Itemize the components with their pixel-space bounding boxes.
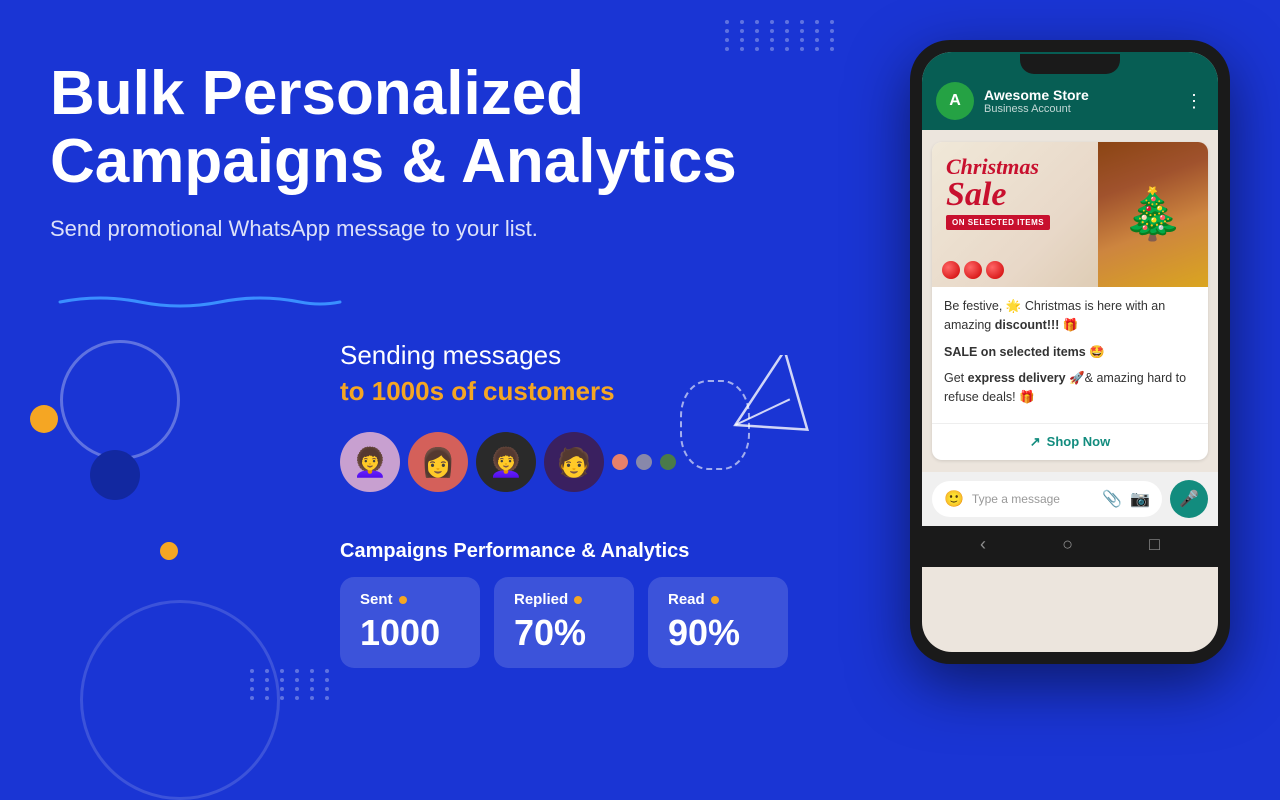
sending-text: Sending messages — [340, 340, 760, 371]
phone-notch — [1020, 54, 1120, 74]
avatar-dot-green — [660, 454, 676, 470]
performance-title: Campaigns Performance & Analytics — [340, 540, 860, 563]
bg-dot-orange — [160, 542, 178, 560]
phone-mockup: A Awesome Store Business Account ⋮ Chris… — [910, 40, 1230, 664]
mic-button[interactable]: 🎤 — [1170, 480, 1208, 518]
avatar-1: 👩‍🦱 — [340, 432, 400, 492]
red-ball-3 — [986, 261, 1004, 279]
avatar-3: 👩‍🦱 — [476, 432, 536, 492]
heading-line1: Bulk Personalized — [50, 59, 584, 128]
xmas-sale-overlay: Christmas Sale ON SELECTED ITEMS — [946, 156, 1050, 230]
stat-card-read: Read 90% — [648, 577, 788, 668]
stat-value-read: 90% — [668, 612, 768, 654]
chat-area: Christmas Sale ON SELECTED ITEMS 🎄 — [922, 130, 1218, 472]
stat-dot-replied — [574, 596, 582, 604]
xmas-sale-text-big: Sale — [946, 178, 1050, 212]
dot-grid-bottom — [250, 669, 335, 700]
bg-circle-blue — [90, 450, 140, 500]
recent-button[interactable]: □ — [1149, 534, 1160, 555]
menu-dots-icon[interactable]: ⋮ — [1185, 91, 1204, 112]
stat-value-sent: 1000 — [360, 612, 460, 654]
stat-dot-sent — [399, 596, 407, 604]
contact-info: Awesome Store Business Account — [984, 87, 1175, 115]
xmas-christmas-text: Christmas — [946, 156, 1050, 178]
sub-heading: Send promotional WhatsApp message to you… — [50, 216, 750, 242]
message-bubble: Christmas Sale ON SELECTED ITEMS 🎄 — [932, 142, 1208, 460]
avatar-2: 👩 — [408, 432, 468, 492]
bg-circle-orange — [30, 405, 58, 433]
contact-avatar: A — [936, 82, 974, 120]
avatar-dot-pink — [612, 454, 628, 470]
shop-now-label: Shop Now — [1047, 434, 1111, 449]
red-ball-1 — [942, 261, 960, 279]
back-button[interactable]: ‹ — [980, 534, 986, 555]
stat-label-read: Read — [668, 591, 768, 608]
bg-circle-outline — [60, 340, 180, 460]
heading-line2: Campaigns & Analytics — [50, 127, 737, 196]
emoji-icon: 🙂 — [944, 489, 964, 509]
performance-section: Campaigns Performance & Analytics Sent 1… — [340, 540, 860, 668]
message-text-area: Be festive, 🌟 Christmas is here with an … — [932, 287, 1208, 423]
dashed-circle-decoration — [680, 380, 750, 470]
stat-value-replied: 70% — [514, 612, 614, 654]
stat-label-replied: Replied — [514, 591, 614, 608]
phone-screen: A Awesome Store Business Account ⋮ Chris… — [922, 52, 1218, 652]
message-input-field[interactable]: 🙂 Type a message 📎 📷 — [932, 481, 1162, 517]
stat-card-sent: Sent 1000 — [340, 577, 480, 668]
phone-frame: A Awesome Store Business Account ⋮ Chris… — [910, 40, 1230, 664]
main-heading: Bulk Personalized Campaigns & Analytics — [50, 60, 750, 196]
message-para-1: Be festive, 🌟 Christmas is here with an … — [944, 297, 1196, 335]
message-para-3: Get express delivery 🚀& amazing hard to … — [944, 369, 1196, 407]
image-decoration: 🎄 — [1098, 142, 1208, 287]
camera-icon: 📷 — [1130, 489, 1150, 509]
contact-status: Business Account — [984, 103, 1175, 115]
home-button[interactable]: ○ — [1062, 534, 1073, 555]
avatar-dot-gray — [636, 454, 652, 470]
stat-label-sent: Sent — [360, 591, 460, 608]
squiggle-decoration — [50, 290, 350, 315]
left-content-area: Bulk Personalized Campaigns & Analytics … — [50, 60, 750, 272]
avatar-4: 🧑 — [544, 432, 604, 492]
paperclip-icon: 📎 — [1102, 489, 1122, 509]
contact-name: Awesome Store — [984, 87, 1175, 103]
stat-card-replied: Replied 70% — [494, 577, 634, 668]
phone-bottom-nav: ‹ ○ □ — [922, 526, 1218, 567]
xmas-selected-label: ON SELECTED ITEMS — [946, 215, 1050, 230]
whatsapp-input-bar: 🙂 Type a message 📎 📷 🎤 — [922, 472, 1218, 526]
message-image: Christmas Sale ON SELECTED ITEMS 🎄 — [932, 142, 1208, 287]
stat-dot-read — [711, 596, 719, 604]
dot-grid-top — [725, 20, 840, 51]
external-link-icon: ↗ — [1030, 434, 1041, 450]
bg-circle-arc — [80, 600, 280, 800]
red-balls-decoration — [942, 261, 1004, 279]
stats-row: Sent 1000 Replied 70% Read 90% — [340, 577, 860, 668]
input-placeholder-text: Type a message — [972, 492, 1094, 506]
input-icons: 📎 📷 — [1102, 489, 1150, 509]
message-para-2: SALE on selected items 🤩 — [944, 343, 1196, 362]
shop-now-button[interactable]: ↗ Shop Now — [932, 423, 1208, 460]
red-ball-2 — [964, 261, 982, 279]
